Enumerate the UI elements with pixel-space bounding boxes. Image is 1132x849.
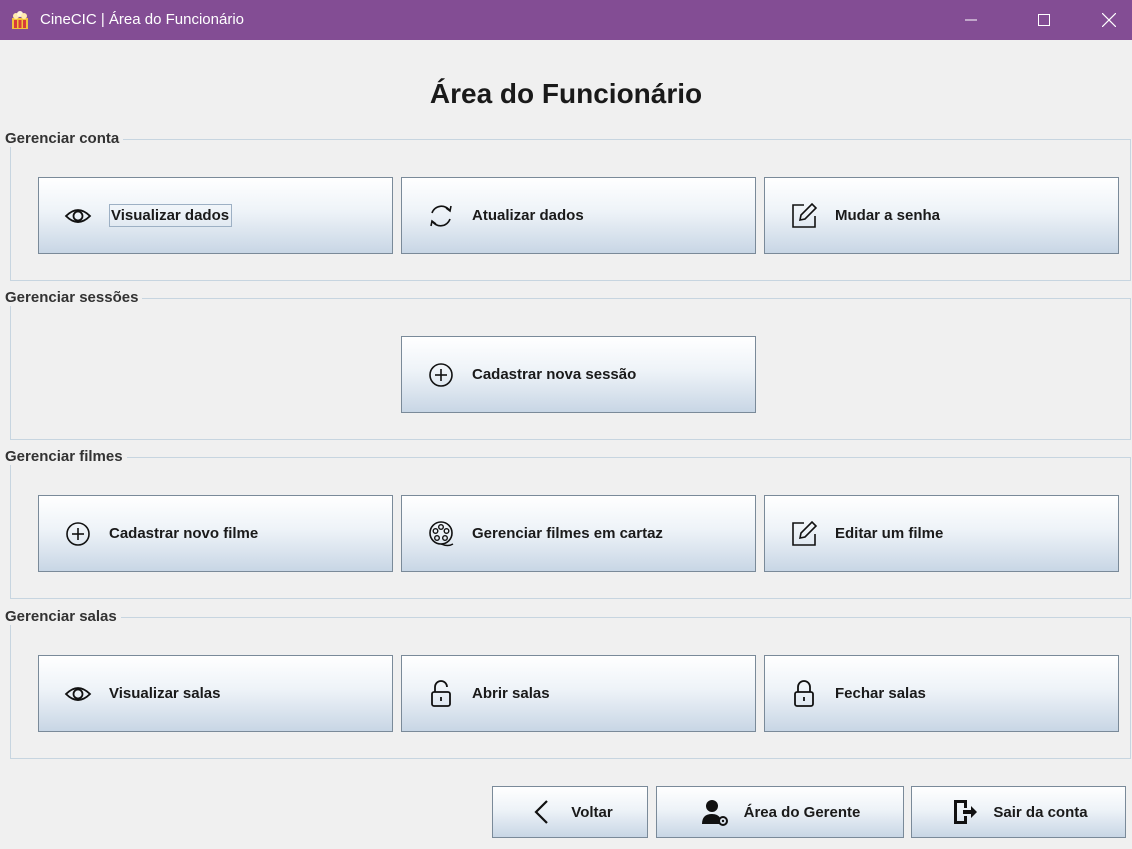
maximize-icon: [1038, 14, 1050, 26]
manage-showing-movies-button[interactable]: Gerenciar filmes em cartaz: [401, 495, 756, 572]
plus-circle-icon: [63, 519, 93, 549]
app-icon: [12, 11, 28, 29]
edit-movie-button[interactable]: Editar um filme: [764, 495, 1119, 572]
page-title: Área do Funcionário: [429, 78, 703, 109]
edit-icon: [789, 201, 819, 231]
view-data-button[interactable]: Visualizar dados: [38, 177, 393, 254]
add-session-button[interactable]: Cadastrar nova sessão: [401, 336, 756, 413]
film-reel-icon: [426, 519, 456, 549]
manage-showing-movies-label: Gerenciar filmes em cartaz: [472, 525, 663, 542]
change-password-label: Mudar a senha: [835, 207, 941, 224]
group-title: Gerenciar salas: [5, 608, 121, 625]
group-title: Gerenciar filmes: [5, 448, 127, 465]
user-gear-icon: [700, 797, 730, 827]
refresh-icon: [426, 201, 456, 231]
view-rooms-button[interactable]: Visualizar salas: [38, 655, 393, 732]
group-title: Gerenciar sessões: [5, 289, 143, 306]
lock-open-icon: [426, 679, 456, 709]
exit-door-icon: [949, 797, 979, 827]
view-rooms-label: Visualizar salas: [109, 685, 221, 702]
update-data-button[interactable]: Atualizar dados: [401, 177, 756, 254]
close-rooms-button[interactable]: Fechar salas: [764, 655, 1119, 732]
view-data-label: Visualizar dados: [109, 204, 233, 227]
add-movie-label: Cadastrar novo filme: [109, 525, 259, 542]
manager-area-button[interactable]: Área do Gerente: [656, 786, 904, 838]
open-rooms-button[interactable]: Abrir salas: [401, 655, 756, 732]
lock-icon: [789, 679, 819, 709]
eye-icon: [63, 679, 93, 709]
window-title: CineCIC | Área do Funcionário: [40, 11, 244, 28]
close-icon: [1102, 13, 1116, 27]
plus-circle-icon: [426, 360, 456, 390]
edit-movie-label: Editar um filme: [835, 525, 944, 542]
logout-label: Sair da conta: [993, 803, 1088, 821]
minimize-icon: [965, 19, 977, 21]
back-button[interactable]: Voltar: [492, 786, 648, 838]
window-titlebar: CineCIC | Área do Funcionário: [0, 0, 1132, 40]
chevron-left-icon: [527, 797, 557, 827]
eye-icon: [63, 201, 93, 231]
close-rooms-label: Fechar salas: [835, 685, 926, 702]
group-title: Gerenciar conta: [5, 130, 124, 147]
logout-button[interactable]: Sair da conta: [911, 786, 1126, 838]
minimize-button[interactable]: [948, 0, 994, 40]
add-movie-button[interactable]: Cadastrar novo filme: [38, 495, 393, 572]
edit-icon: [789, 519, 819, 549]
maximize-button[interactable]: [1021, 0, 1067, 40]
open-rooms-label: Abrir salas: [472, 685, 550, 702]
manager-area-label: Área do Gerente: [743, 803, 861, 821]
close-button[interactable]: [1086, 0, 1132, 40]
back-label: Voltar: [571, 803, 613, 821]
change-password-button[interactable]: Mudar a senha: [764, 177, 1119, 254]
update-data-label: Atualizar dados: [472, 207, 584, 224]
add-session-label: Cadastrar nova sessão: [472, 366, 637, 383]
